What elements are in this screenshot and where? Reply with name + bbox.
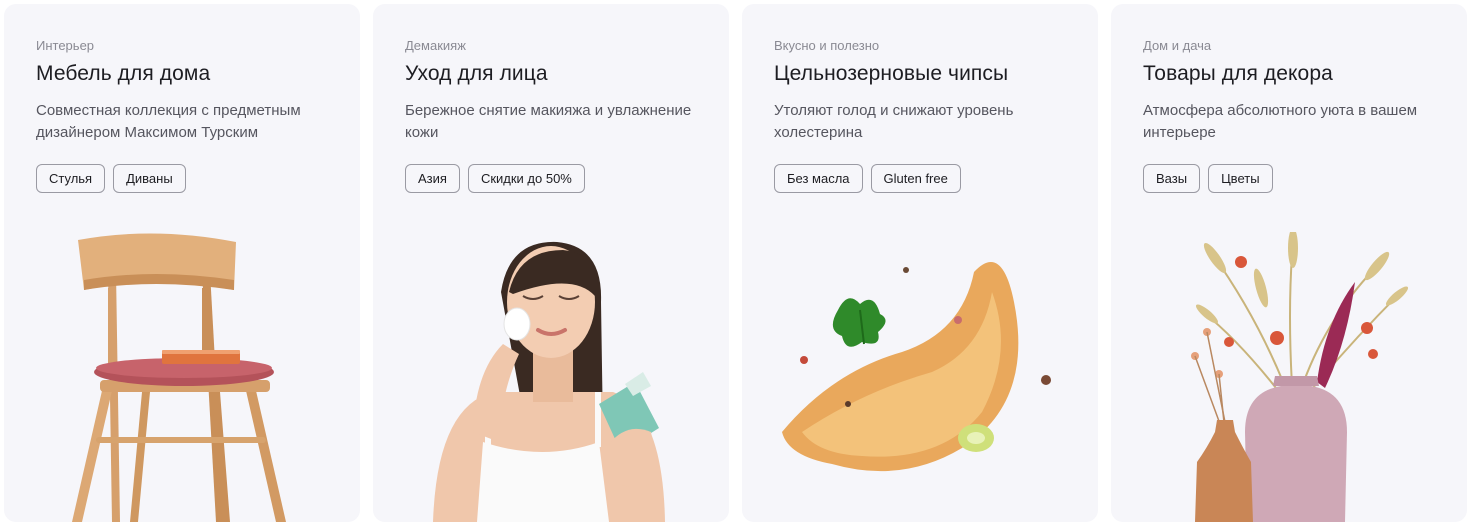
card-tags: Без масла Gluten free [774, 164, 961, 193]
card-title[interactable]: Мебель для дома [36, 62, 210, 86]
card-category: Дом и дача [1143, 38, 1212, 53]
card-decor[interactable]: Дом и дача Товары для декора Атмосфера а… [1111, 4, 1467, 522]
tag-no-oil[interactable]: Без масла [774, 164, 863, 193]
tag-sofas[interactable]: Диваны [113, 164, 186, 193]
card-category: Вкусно и полезно [774, 38, 880, 53]
card-category: Демакияж [405, 38, 466, 53]
card-description: Бережное снятие макияжа и увлажнение кож… [405, 102, 692, 141]
category-cards-grid: Интерьер Мебель для дома Совместная колл… [0, 0, 1475, 527]
card-description: Атмосфера абсолютного уюта в вашем интер… [1143, 102, 1418, 141]
card-description: Совместная коллекция с предметным дизайн… [36, 102, 301, 141]
tag-asia[interactable]: Азия [405, 164, 460, 193]
tag-flowers[interactable]: Цветы [1208, 164, 1273, 193]
card-tags: Стулья Диваны [36, 164, 186, 193]
card-title[interactable]: Товары для декора [1143, 62, 1333, 86]
vases-with-dried-flowers-image [1191, 232, 1409, 522]
tag-chairs[interactable]: Стулья [36, 164, 106, 193]
tag-gluten-free[interactable]: Gluten free [870, 164, 961, 193]
card-wholegrain-chips[interactable]: Вкусно и полезно Цельнозерновые чипсы Ут… [742, 4, 1098, 522]
card-tags: Азия Скидки до 50% [405, 164, 585, 193]
card-title[interactable]: Цельнозерновые чипсы [774, 62, 1008, 86]
card-category: Интерьер [36, 38, 95, 53]
potato-chip-image [782, 262, 1051, 472]
tag-discounts[interactable]: Скидки до 50% [467, 164, 585, 193]
card-face-care[interactable]: Демакияж Уход для лица Бережное снятие м… [373, 4, 729, 522]
card-title[interactable]: Уход для лица [405, 62, 548, 86]
card-tags: Вазы Цветы [1143, 164, 1273, 193]
tag-vases[interactable]: Вазы [1143, 164, 1201, 193]
woman-with-cotton-pad-image [433, 241, 665, 522]
card-furniture[interactable]: Интерьер Мебель для дома Совместная колл… [4, 4, 360, 522]
card-description: Утоляют голод и снижают уровень холестер… [774, 102, 1014, 141]
wooden-chair-image [72, 233, 286, 522]
